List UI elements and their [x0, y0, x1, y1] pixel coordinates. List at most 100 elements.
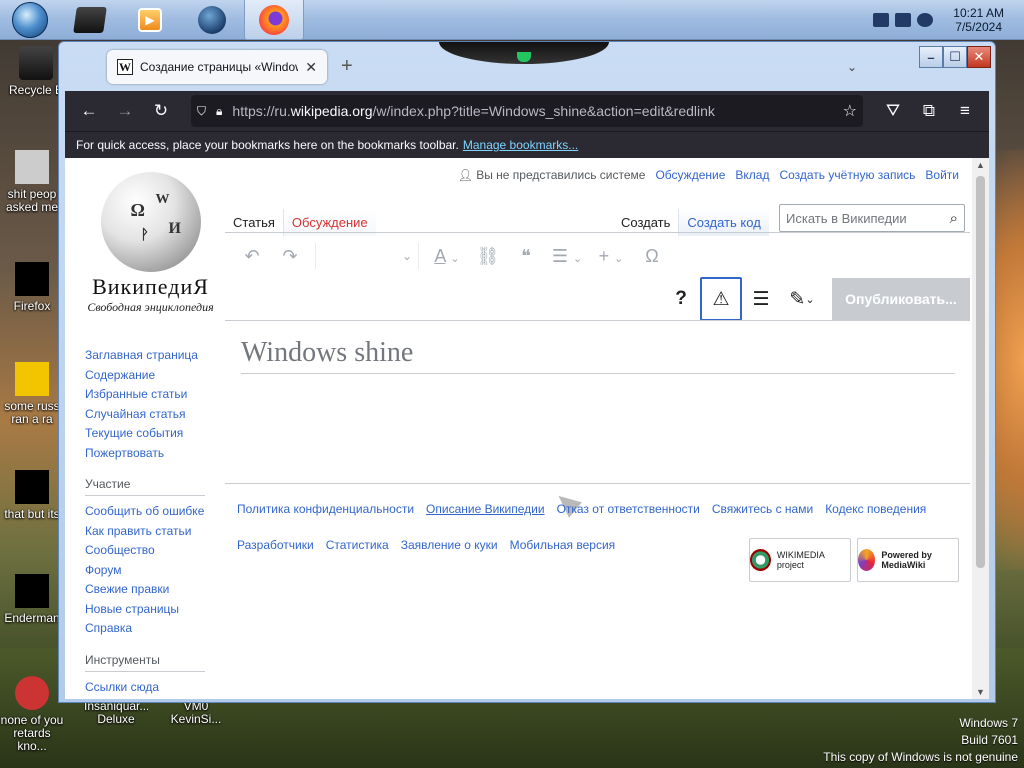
sidebar-link-new-pages[interactable]: Новые страницы — [85, 600, 205, 620]
text-style-icon[interactable]: A ⌄ — [425, 246, 469, 267]
navigation-toolbar: ← → ↻ ⛉ 🔒︎ https://ru.wikipedia.org/w/in… — [65, 91, 989, 131]
window-titlebar[interactable]: W Создание страницы «Window ✕ + ⌄ – ☐ ✕ — [59, 42, 995, 91]
undo-icon[interactable]: ↶ — [233, 246, 271, 267]
scrollbar-thumb[interactable] — [976, 176, 985, 568]
sidebar-link-what-links-here[interactable]: Ссылки сюда — [85, 678, 205, 698]
globe-icon — [198, 6, 226, 34]
page-options-menu-icon[interactable]: ☰ — [742, 278, 780, 320]
sidebar-link-forum[interactable]: Форум — [85, 561, 205, 581]
network-icon[interactable] — [895, 13, 912, 27]
manage-bookmarks-link[interactable]: Manage bookmarks... — [463, 138, 578, 152]
new-tab-button[interactable]: + — [341, 56, 353, 76]
firefox-icon — [259, 4, 289, 35]
desktop-icon-firefox[interactable]: Firefox — [0, 262, 64, 313]
desktop-icon-insaniquarium[interactable]: Insaniquar... Deluxe — [84, 700, 148, 752]
search-input[interactable]: Искать в Википедии ⌕ — [779, 204, 965, 232]
page-title-input[interactable]: Windows shine — [241, 337, 955, 374]
taskbar-globe-app[interactable] — [182, 0, 242, 40]
publish-button[interactable]: Опубликовать... — [832, 278, 970, 320]
wikipedia-globe-icon: Ω W И ᚹ — [100, 172, 201, 272]
paragraph-format-dropdown[interactable]: ⌄ — [322, 249, 412, 263]
toolbar-separator — [315, 243, 316, 269]
battery-icon[interactable] — [873, 13, 890, 27]
footer-link-cookies[interactable]: Заявление о куки — [401, 535, 498, 555]
taskbar-firefox[interactable] — [244, 0, 304, 40]
list-all-tabs-button[interactable]: ⌄ — [847, 60, 857, 74]
login-link[interactable]: Войти — [925, 168, 959, 182]
insert-icon[interactable]: + ⌄ — [589, 246, 633, 267]
sidebar-link-main[interactable]: Заглавная страница — [85, 346, 205, 366]
desktop-icon-enderman[interactable]: Enderman — [0, 574, 64, 625]
footer-link-about[interactable]: Описание Википедии — [426, 499, 545, 519]
sidebar-link-recent-changes[interactable]: Свежие правки — [85, 580, 205, 600]
forward-button[interactable]: → — [109, 95, 141, 127]
user-talk-link[interactable]: Обсуждение — [655, 168, 725, 182]
sidebar-link-donate[interactable]: Пожертвовать — [85, 444, 205, 464]
list-icon[interactable]: ☰ ⌄ — [545, 246, 589, 267]
desktop-icon-file-2[interactable]: some russ ran a ra — [0, 362, 64, 426]
clock[interactable]: 10:21 AM 7/5/2024 — [953, 6, 1004, 34]
url-bar[interactable]: ⛉ 🔒︎ https://ru.wikipedia.org/w/index.ph… — [191, 95, 863, 127]
footer-link-developers[interactable]: Разработчики — [237, 535, 314, 555]
logo-wordmark: ВикипедиЯ — [92, 274, 209, 299]
sidebar-link-how-to-edit[interactable]: Как править статьи — [85, 522, 205, 542]
extensions-icon[interactable]: ⧉ — [913, 95, 945, 127]
search-icon[interactable]: ⌕ — [950, 210, 958, 227]
page-scrollbar[interactable]: ▲ ▼ — [972, 158, 989, 699]
help-icon[interactable]: ? — [662, 278, 700, 320]
folder-icon — [15, 150, 49, 184]
reload-button[interactable]: ↻ — [145, 95, 177, 127]
footer-link-contact[interactable]: Свяжитесь с нами — [712, 499, 813, 519]
tab-close-icon[interactable]: ✕ — [305, 59, 317, 76]
sidebar-link-contents[interactable]: Содержание — [85, 366, 205, 386]
scroll-down-icon[interactable]: ▼ — [972, 687, 989, 697]
footer-link-disclaimer[interactable]: Отказ от ответственности — [557, 499, 700, 519]
app-icon — [15, 574, 49, 608]
browser-tab[interactable]: W Создание страницы «Window ✕ — [107, 50, 327, 84]
special-char-omega-icon[interactable]: Ω — [633, 246, 671, 267]
wikipedia-logo[interactable]: Ω W И ᚹ ВикипедиЯ Свободная энциклопедия — [83, 172, 218, 315]
lock-icon[interactable]: 🔒︎ — [216, 104, 222, 119]
taskbar-app-dark[interactable] — [60, 0, 120, 40]
user-contrib-link[interactable]: Вклад — [735, 168, 769, 182]
sidebar-link-community[interactable]: Сообщество — [85, 541, 205, 561]
desktop-icon-file-3[interactable]: that but its — [0, 470, 64, 521]
sidebar-link-help[interactable]: Справка — [85, 619, 205, 639]
sidebar-link-random[interactable]: Случайная статья — [85, 405, 205, 425]
maximize-button[interactable]: ☐ — [943, 46, 967, 68]
sidebar-link-featured[interactable]: Избранные статьи — [85, 385, 205, 405]
desktop-icon-folder[interactable]: shit peop asked me — [0, 150, 64, 214]
redo-icon[interactable]: ↷ — [271, 246, 309, 267]
footer-link-mobile[interactable]: Мобильная версия — [510, 535, 616, 555]
minimize-button[interactable]: – — [919, 46, 943, 68]
page-viewport: Ω W И ᚹ ВикипедиЯ Свободная энциклопедия… — [65, 158, 989, 699]
pocket-icon[interactable]: ⛛ — [877, 95, 909, 127]
cite-quote-icon[interactable]: ❝ — [507, 246, 545, 267]
create-account-link[interactable]: Создать учётную запись — [779, 168, 915, 182]
wikimedia-badge[interactable]: WIKIMEDIA project — [749, 538, 851, 582]
volume-icon[interactable] — [917, 13, 934, 27]
close-button[interactable]: ✕ — [967, 46, 991, 68]
back-button[interactable]: ← — [73, 95, 105, 127]
shield-icon[interactable]: ⛉ — [197, 104, 206, 119]
link-icon[interactable]: ⛓ — [469, 246, 507, 267]
sidebar-link-current-events[interactable]: Текущие события — [85, 424, 205, 444]
app-icon — [15, 676, 49, 710]
start-button[interactable] — [0, 0, 60, 40]
scroll-up-icon[interactable]: ▲ — [972, 160, 989, 170]
mediawiki-badge[interactable]: Powered by MediaWiki — [857, 538, 959, 582]
desktop-icon-vm[interactable]: VM0 KevinSi... — [164, 700, 228, 752]
desktop-icon-file-6[interactable]: none of you retards kno... — [0, 676, 64, 753]
footer-link-statistics[interactable]: Статистика — [326, 535, 389, 555]
taskbar-media-player[interactable]: ▶ — [120, 0, 180, 40]
bookmark-star-icon[interactable]: ☆ — [843, 101, 857, 121]
sidebar-link-report-error[interactable]: Сообщить об ошибке — [85, 502, 205, 522]
edit-mode-pencil-icon[interactable]: ✎ ⌄ — [780, 278, 824, 320]
url-text[interactable]: https://ru.wikipedia.org/w/index.php?tit… — [232, 103, 832, 119]
menu-hamburger-icon[interactable]: ≡ — [949, 95, 981, 127]
footer-link-code-of-conduct[interactable]: Кодекс поведения — [825, 499, 926, 519]
warning-notices-icon[interactable]: ⚠ — [700, 277, 742, 321]
footer-link-privacy[interactable]: Политика конфиденциальности — [237, 499, 414, 519]
bookmarks-toolbar: For quick access, place your bookmarks h… — [65, 131, 989, 158]
tab-title: Создание страницы «Window — [140, 60, 299, 74]
